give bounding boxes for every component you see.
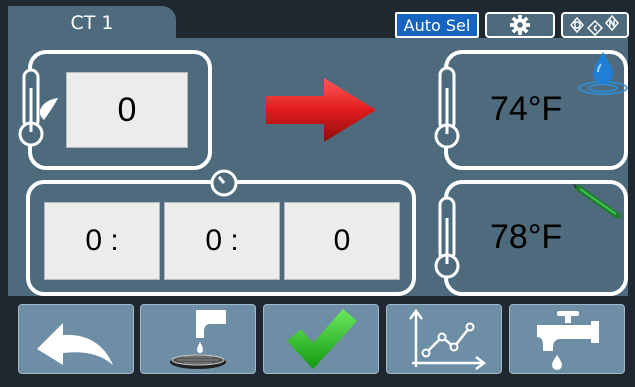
gear-icon: [509, 14, 531, 36]
confirm-button[interactable]: [263, 304, 379, 374]
water-temp-value: 74°F: [490, 90, 563, 128]
faucet-button[interactable]: [509, 304, 625, 374]
water-drop-icon: [578, 52, 628, 95]
timer-minutes[interactable]: 0 :: [164, 202, 280, 280]
setpoint-value: 0: [117, 90, 137, 129]
timer-seconds[interactable]: 0: [284, 202, 400, 280]
dcn-logo-button[interactable]: [561, 12, 629, 38]
d-c-n-logo-icon: [570, 14, 619, 36]
checkmark-icon: [287, 309, 357, 369]
timer-minutes-value: 0 :: [205, 224, 239, 257]
thermometer-icon: [434, 196, 460, 279]
probe-icon: [574, 183, 621, 219]
line-chart-icon: [409, 308, 486, 370]
thermometer-leaf-icon: [18, 68, 58, 147]
timer-hours[interactable]: 0 :: [44, 202, 160, 280]
faucet-icon: [537, 311, 599, 370]
back-button[interactable]: [18, 304, 134, 374]
auto-sel-label: Auto Sel: [403, 15, 471, 35]
tab-title: CT 1: [70, 12, 114, 34]
timer-hours-value: 0 :: [85, 224, 119, 257]
faucet-drip-icon: [170, 310, 226, 369]
screen: CT 1 Auto Sel 0 0: 0: 0 74°F 78°F: [0, 0, 635, 387]
dispense-button[interactable]: [140, 304, 256, 374]
stopwatch-icon: [210, 169, 238, 197]
setpoint-display[interactable]: 0: [66, 72, 188, 148]
thermometer-icon: [434, 66, 460, 149]
timer-seconds-value: 0: [333, 224, 351, 257]
settings-button[interactable]: [485, 12, 555, 38]
back-arrow-icon: [37, 323, 113, 365]
auto-sel-button[interactable]: Auto Sel: [395, 12, 479, 38]
chart-button[interactable]: [386, 304, 502, 374]
right-arrow-icon: [266, 78, 376, 142]
probe-temp-value: 78°F: [490, 218, 563, 256]
